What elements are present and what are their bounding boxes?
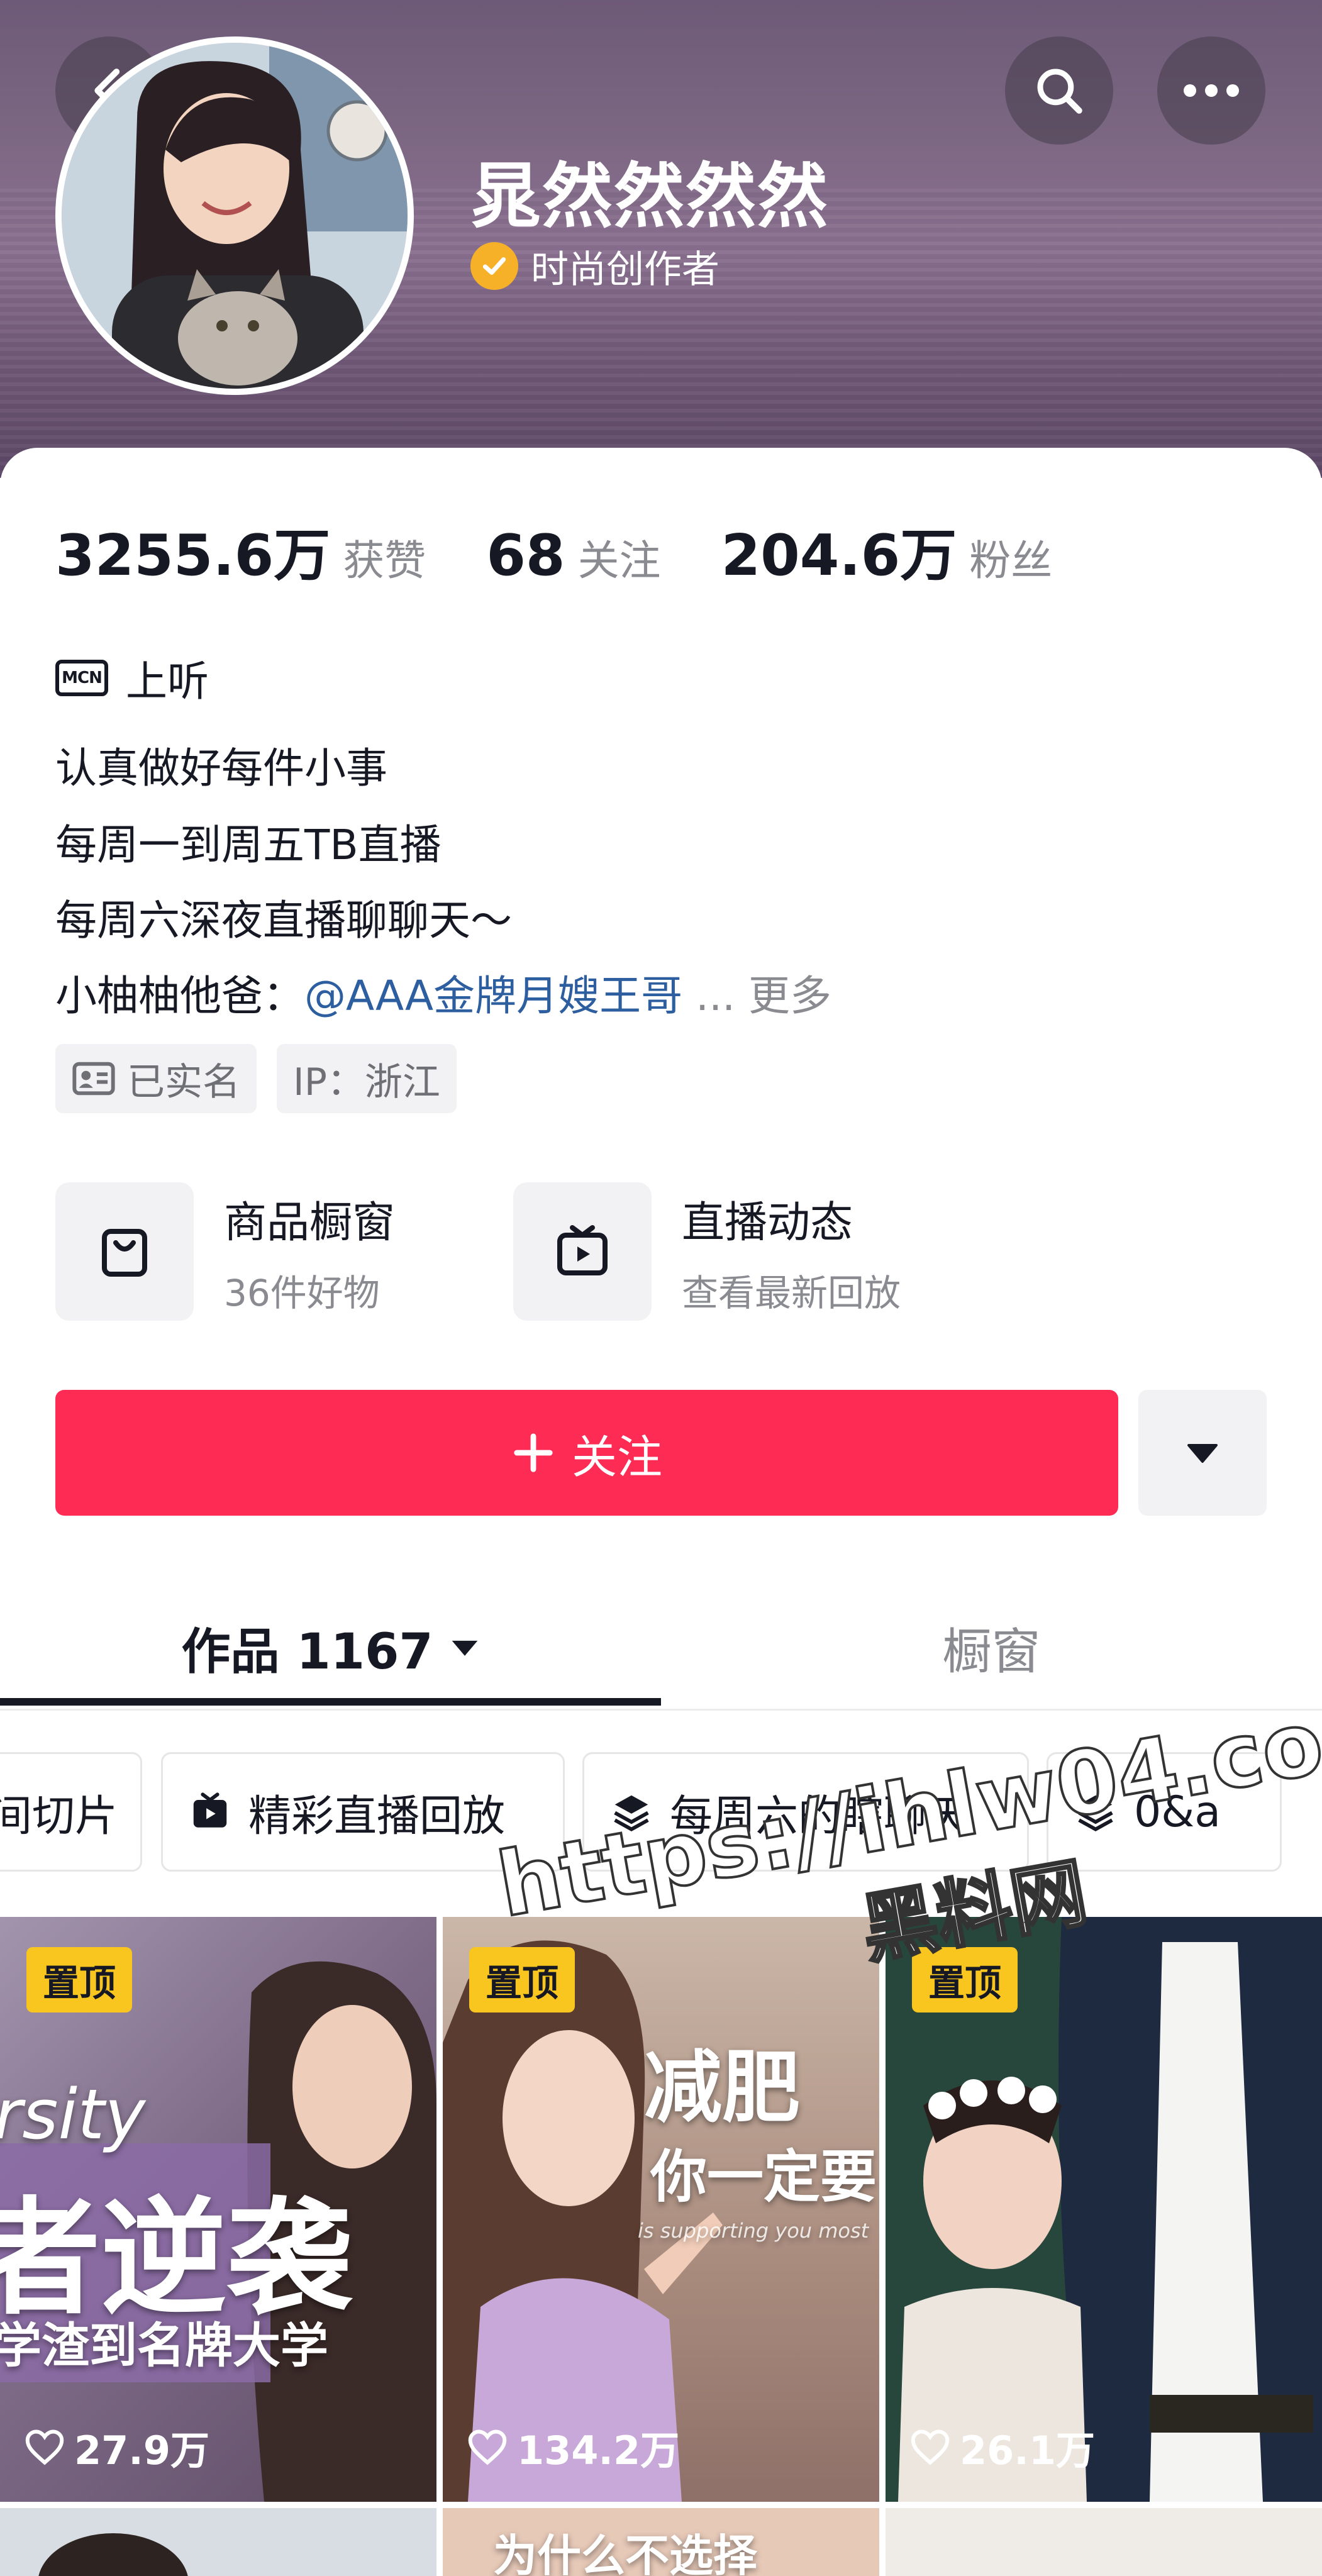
stats-row: 3255.6万 获赞 68 关注 204.6万 粉丝 <box>55 509 1052 589</box>
active-tab-indicator <box>0 1698 661 1706</box>
video-thumbnail[interactable]: 置顶 26.1万 <box>886 1917 1322 2502</box>
video-thumbnail[interactable] <box>0 2508 436 2576</box>
bio-ellipsis: ... <box>682 972 749 1020</box>
avatar-photo <box>62 43 408 389</box>
bio-line: 认真做好每件小事 <box>55 744 387 792</box>
plus-icon <box>514 1433 553 1472</box>
mcn-label: 上听 <box>126 657 209 706</box>
mcn-row[interactable]: MCN 上听 <box>55 648 209 708</box>
like-count: 134.2万 <box>517 2428 680 2473</box>
real-name-label: 已实名 <box>127 1060 240 1104</box>
tab-shop-window-label: 橱窗 <box>942 1624 1041 1680</box>
shop-window-subtitle: 36件好物 <box>224 1271 380 1314</box>
heart-icon <box>911 2429 950 2465</box>
following-count[interactable]: 68 <box>486 523 565 589</box>
content-tabs: 作品 1167 橱窗 <box>0 1585 1322 1711</box>
likes-count: 3255.6万 <box>55 523 331 589</box>
like-count: 27.9万 <box>74 2428 209 2473</box>
video-thumbnail[interactable]: 为什么不选择 <box>443 2508 879 2576</box>
live-updates-entry[interactable]: 直播动态 查看最新回放 <box>513 1182 901 1321</box>
live-replay-icon <box>193 1792 227 1828</box>
recommend-dropdown-button[interactable] <box>1138 1390 1267 1516</box>
shop-window-entry[interactable]: 商品橱窗 36件好物 <box>55 1182 395 1321</box>
thumbnail-art <box>38 2533 188 2576</box>
bio-line: 每周六深夜直播聊聊天～ <box>55 896 512 945</box>
tab-shop-window[interactable]: 橱窗 <box>661 1585 1322 1711</box>
live-updates-subtitle: 查看最新回放 <box>682 1271 901 1314</box>
tab-works-label: 作品 1167 <box>181 1624 433 1680</box>
ip-location-label: IP：浙江 <box>293 1060 440 1104</box>
cover-script-text: is supporting you most <box>638 2219 869 2243</box>
caret-down-icon <box>1187 1444 1218 1463</box>
chip-label: 精彩直播回放 <box>248 1791 506 1841</box>
follow-button[interactable]: 关注 <box>55 1390 1118 1516</box>
search-icon <box>1037 69 1082 114</box>
cover-text-main: 减肥 <box>644 2043 801 2133</box>
id-card-icon <box>72 1062 115 1096</box>
verified-check-icon <box>470 242 518 290</box>
ip-location-tag: IP：浙江 <box>277 1044 457 1113</box>
bio-mention-prefix: 小柚柚他爸： <box>55 972 304 1020</box>
heart-icon <box>468 2429 507 2465</box>
bio-mention-link[interactable]: @AAA金牌月嫂王哥 <box>304 972 682 1020</box>
following-label[interactable]: 关注 <box>578 527 661 587</box>
chip-label: 间切片 <box>0 1791 118 1841</box>
verification-label: 时尚创作者 <box>531 247 719 292</box>
chip-clips[interactable]: 间切片 <box>0 1752 142 1872</box>
live-updates-title: 直播动态 <box>682 1197 853 1248</box>
video-thumbnail[interactable] <box>886 2508 1322 2576</box>
real-name-tag: 已实名 <box>55 1044 257 1113</box>
likes-label: 获赞 <box>343 536 426 585</box>
cover-text-main: 为什么不选择 <box>493 2530 757 2576</box>
verification-row: 时尚创作者 <box>470 238 719 294</box>
cover-text-sub: 学渣到名牌大学 <box>0 2318 328 2373</box>
shop-window-title: 商品橱窗 <box>224 1197 396 1248</box>
like-count: 26.1万 <box>960 2428 1095 2473</box>
user-name: 晁然然然然 <box>470 156 829 238</box>
tab-works[interactable]: 作品 1167 <box>0 1585 661 1711</box>
follow-label: 关注 <box>571 1430 662 1484</box>
cover-text-top: rsity <box>0 2074 146 2155</box>
followers-label[interactable]: 粉丝 <box>969 527 1052 587</box>
tv-play-icon <box>513 1182 652 1321</box>
pinned-badge: 置顶 <box>26 1947 133 2012</box>
avatar[interactable] <box>55 36 414 395</box>
more-options-button[interactable] <box>1157 36 1265 145</box>
like-count-row: 27.9万 <box>24 2419 209 2475</box>
followers-count[interactable]: 204.6万 <box>721 509 957 591</box>
bio-line-mention: 小柚柚他爸：@AAA金牌月嫂王哥 ... 更多 <box>55 962 831 1023</box>
mcn-icon: MCN <box>55 660 108 696</box>
video-thumbnail[interactable]: rsity 者逆袭 学渣到名牌大学 置顶 27.9万 <box>0 1917 436 2502</box>
bio-line: 每周一到周五TB直播 <box>55 821 442 869</box>
caret-down-icon <box>452 1640 477 1656</box>
more-dots-icon <box>1184 84 1239 97</box>
like-count-row: 134.2万 <box>467 2419 679 2475</box>
video-grid: rsity 者逆袭 学渣到名牌大学 置顶 27.9万 减肥 你一定要 is su… <box>0 1917 1322 2576</box>
like-count-row: 26.1万 <box>909 2419 1095 2475</box>
shopping-bag-icon <box>55 1182 194 1321</box>
cover-text-sub: 你一定要 <box>650 2144 877 2210</box>
tag-row: 已实名 IP：浙江 <box>55 1044 457 1113</box>
heart-icon <box>25 2429 64 2465</box>
bio-more-link[interactable]: 更多 <box>748 972 831 1020</box>
search-button[interactable] <box>1005 36 1113 145</box>
